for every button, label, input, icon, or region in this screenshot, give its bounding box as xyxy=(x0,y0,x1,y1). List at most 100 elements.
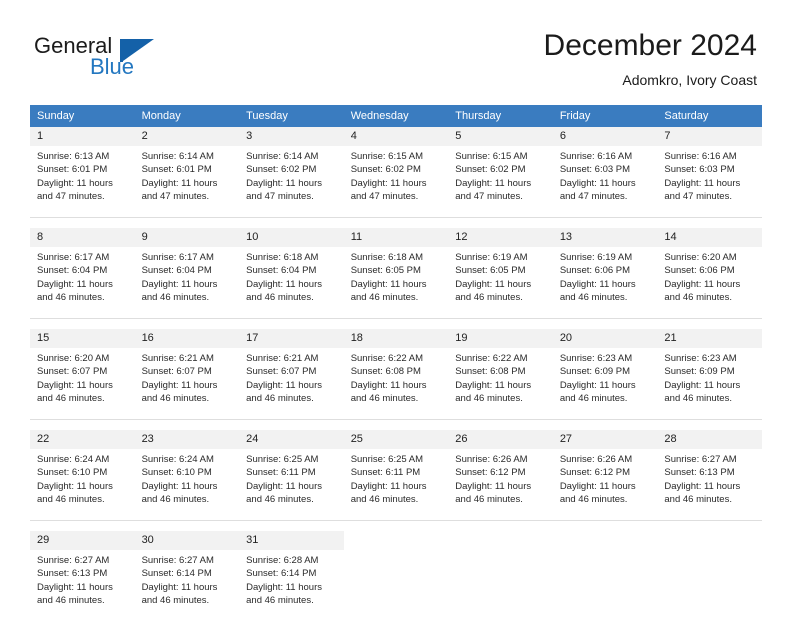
day-cell-content: 31 Sunrise: 6:28 AM Sunset: 6:14 PM Dayligh… xyxy=(239,531,344,611)
day-details: Sunrise: 6:16 AM Sunset: 6:03 PM Daylight:… xyxy=(657,146,762,204)
general-blue-logo[interactable]: General Blue xyxy=(34,33,224,83)
calendar-day-cell[interactable]: 8 Sunrise: 6:17 AM Sunset: 6:04 PM Daylight… xyxy=(30,228,135,319)
daylight-text-line1: Daylight: 11 hours xyxy=(246,177,322,189)
calendar-day-cell[interactable]: 18 Sunrise: 6:22 AM Sunset: 6:08 PM Dayligh… xyxy=(343,329,449,420)
calendar-day-cell[interactable]: 27 Sunrise: 6:26 AM Sunset: 6:12 PM Dayligh… xyxy=(552,430,658,521)
daylight-text-line1: Daylight: 11 hours xyxy=(246,581,322,593)
calendar-day-cell[interactable]: 25 Sunrise: 6:25 AM Sunset: 6:11 PM Dayligh… xyxy=(343,430,449,521)
calendar-day-cell[interactable]: 26 Sunrise: 6:26 AM Sunset: 6:12 PM Dayligh… xyxy=(448,430,553,521)
day-details: Sunrise: 6:18 AM Sunset: 6:05 PM Daylight:… xyxy=(344,247,449,305)
day-cell-content: 12 Sunrise: 6:19 AM Sunset: 6:05 PM Dayligh… xyxy=(448,228,553,308)
calendar-day-cell[interactable]: 1 Sunrise: 6:13 AM Sunset: 6:01 PM Daylight… xyxy=(30,127,135,218)
day-details: Sunrise: 6:13 AM Sunset: 6:01 PM Daylight:… xyxy=(30,146,135,204)
day-cell-blank xyxy=(344,531,449,611)
calendar-day-cell[interactable]: 4 Sunrise: 6:15 AM Sunset: 6:02 PM Daylight… xyxy=(343,127,449,218)
day-details: Sunrise: 6:17 AM Sunset: 6:04 PM Daylight:… xyxy=(135,247,240,305)
sunset-text: Sunset: 6:02 PM xyxy=(455,164,526,176)
daylight-text-line1: Daylight: 11 hours xyxy=(455,379,532,391)
week-separator-row xyxy=(30,419,762,430)
daylight-text-line2: and 46 minutes. xyxy=(350,393,419,405)
sunset-text: Sunset: 6:11 PM xyxy=(350,467,421,479)
calendar-day-cell[interactable]: 12 Sunrise: 6:19 AM Sunset: 6:05 PM Dayligh… xyxy=(448,228,553,319)
page-title: December 2024 xyxy=(543,29,757,62)
sunset-text: Sunset: 6:07 PM xyxy=(37,366,108,378)
calendar-day-cell[interactable]: 3 Sunrise: 6:14 AM Sunset: 6:02 PM Daylight… xyxy=(239,127,344,218)
calendar-day-cell[interactable]: 15 Sunrise: 6:20 AM Sunset: 6:07 PM Dayligh… xyxy=(30,329,135,420)
calendar-day-cell[interactable]: 29 Sunrise: 6:27 AM Sunset: 6:13 PM Dayligh… xyxy=(30,531,135,621)
calendar-day-cell[interactable]: 19 Sunrise: 6:22 AM Sunset: 6:08 PM Dayligh… xyxy=(448,329,553,420)
week-separator-cell xyxy=(239,520,344,531)
week-separator-cell xyxy=(657,419,762,430)
weekday-header-monday: Monday xyxy=(134,105,240,127)
daylight-text-line1: Daylight: 11 hours xyxy=(246,480,322,492)
day-cell-content: 22 Sunrise: 6:24 AM Sunset: 6:10 PM Dayligh… xyxy=(30,430,135,510)
calendar-day-cell[interactable]: 2 Sunrise: 6:14 AM Sunset: 6:01 PM Daylight… xyxy=(134,127,240,218)
sunset-text: Sunset: 6:04 PM xyxy=(141,265,212,277)
sunset-text: Sunset: 6:01 PM xyxy=(37,164,108,176)
calendar-day-cell[interactable]: 10 Sunrise: 6:18 AM Sunset: 6:04 PM Dayligh… xyxy=(239,228,344,319)
week-separator-cell xyxy=(448,318,553,329)
weekday-header-tuesday: Tuesday xyxy=(239,105,344,127)
sunrise-text: Sunrise: 6:19 AM xyxy=(455,252,528,263)
calendar-day-cell[interactable]: 30 Sunrise: 6:27 AM Sunset: 6:14 PM Dayligh… xyxy=(134,531,240,621)
day-number: 24 xyxy=(239,430,344,449)
calendar-day-cell xyxy=(553,531,658,621)
sunrise-text: Sunrise: 6:26 AM xyxy=(559,454,633,465)
day-number: 2 xyxy=(134,127,240,146)
calendar-day-cell[interactable]: 24 Sunrise: 6:25 AM Sunset: 6:11 PM Dayligh… xyxy=(239,430,344,521)
calendar-day-cell[interactable]: 23 Sunrise: 6:24 AM Sunset: 6:10 PM Dayligh… xyxy=(134,430,240,521)
day-details: Sunrise: 6:24 AM Sunset: 6:10 PM Daylight:… xyxy=(30,449,135,507)
day-cell-content: 13 Sunrise: 6:19 AM Sunset: 6:06 PM Dayligh… xyxy=(552,228,658,308)
calendar-day-cell[interactable]: 7 Sunrise: 6:16 AM Sunset: 6:03 PM Daylight… xyxy=(657,127,762,218)
day-cell-content: 25 Sunrise: 6:25 AM Sunset: 6:11 PM Dayligh… xyxy=(343,430,449,510)
sunset-text: Sunset: 6:05 PM xyxy=(455,265,526,277)
day-number: 22 xyxy=(30,430,135,449)
calendar-day-cell[interactable]: 9 Sunrise: 6:17 AM Sunset: 6:04 PM Daylight… xyxy=(134,228,240,319)
calendar-day-cell[interactable]: 11 Sunrise: 6:18 AM Sunset: 6:05 PM Dayligh… xyxy=(343,228,449,319)
logo-text-blue: Blue xyxy=(90,54,135,79)
calendar-day-cell[interactable]: 31 Sunrise: 6:28 AM Sunset: 6:14 PM Dayligh… xyxy=(239,531,344,621)
calendar-day-cell xyxy=(344,531,449,621)
sunrise-text: Sunrise: 6:18 AM xyxy=(350,252,424,263)
daylight-text-line2: and 46 minutes. xyxy=(141,494,210,506)
day-cell-blank xyxy=(657,531,762,611)
calendar-day-cell[interactable]: 17 Sunrise: 6:21 AM Sunset: 6:07 PM Dayligh… xyxy=(239,329,344,420)
week-separator-cell xyxy=(657,520,762,531)
sunset-text: Sunset: 6:05 PM xyxy=(350,265,421,277)
daylight-text-line1: Daylight: 11 hours xyxy=(141,480,218,492)
sunset-text: Sunset: 6:02 PM xyxy=(350,164,421,176)
calendar-day-cell[interactable]: 6 Sunrise: 6:16 AM Sunset: 6:03 PM Daylight… xyxy=(552,127,658,218)
calendar-page: General Blue December 2024 Adomkro, Ivor… xyxy=(0,0,792,612)
week-separator-cell xyxy=(239,419,344,430)
day-details: Sunrise: 6:17 AM Sunset: 6:04 PM Daylight:… xyxy=(30,247,135,305)
calendar-day-cell[interactable]: 20 Sunrise: 6:23 AM Sunset: 6:09 PM Dayligh… xyxy=(552,329,658,420)
day-number: 29 xyxy=(30,531,135,550)
week-separator-cell xyxy=(239,318,344,329)
daylight-text-line1: Daylight: 11 hours xyxy=(664,278,741,290)
calendar-day-cell[interactable]: 21 Sunrise: 6:23 AM Sunset: 6:09 PM Dayligh… xyxy=(657,329,762,420)
day-details: Sunrise: 6:16 AM Sunset: 6:03 PM Daylight:… xyxy=(553,146,658,204)
day-details: Sunrise: 6:26 AM Sunset: 6:12 PM Daylight:… xyxy=(553,449,658,507)
sunset-text: Sunset: 6:09 PM xyxy=(664,366,735,378)
sunrise-text: Sunrise: 6:14 AM xyxy=(141,151,214,162)
weekday-header-wednesday: Wednesday xyxy=(343,105,449,127)
sunset-text: Sunset: 6:04 PM xyxy=(37,265,108,277)
week-separator-cell xyxy=(343,419,449,430)
daylight-text-line1: Daylight: 11 hours xyxy=(664,177,741,189)
day-cell-blank xyxy=(553,531,658,611)
calendar-day-cell[interactable]: 28 Sunrise: 6:27 AM Sunset: 6:13 PM Dayligh… xyxy=(657,430,762,521)
day-details: Sunrise: 6:21 AM Sunset: 6:07 PM Daylight:… xyxy=(239,348,344,406)
sunset-text: Sunset: 6:01 PM xyxy=(141,164,212,176)
daylight-text-line1: Daylight: 11 hours xyxy=(559,177,636,189)
sunrise-text: Sunrise: 6:14 AM xyxy=(246,151,319,162)
calendar-day-cell[interactable]: 13 Sunrise: 6:19 AM Sunset: 6:06 PM Dayligh… xyxy=(552,228,658,319)
day-cell-content: 9 Sunrise: 6:17 AM Sunset: 6:04 PM Daylight… xyxy=(134,228,240,308)
calendar-day-cell[interactable]: 14 Sunrise: 6:20 AM Sunset: 6:06 PM Dayligh… xyxy=(657,228,762,319)
week-separator-row xyxy=(30,520,762,531)
calendar-day-cell[interactable]: 5 Sunrise: 6:15 AM Sunset: 6:02 PM Daylight… xyxy=(448,127,553,218)
calendar-day-cell[interactable]: 16 Sunrise: 6:21 AM Sunset: 6:07 PM Dayligh… xyxy=(134,329,240,420)
calendar-day-cell[interactable]: 22 Sunrise: 6:24 AM Sunset: 6:10 PM Dayligh… xyxy=(30,430,135,521)
week-separator-cell xyxy=(134,520,240,531)
day-number: 3 xyxy=(239,127,344,146)
sunrise-text: Sunrise: 6:13 AM xyxy=(37,151,110,162)
